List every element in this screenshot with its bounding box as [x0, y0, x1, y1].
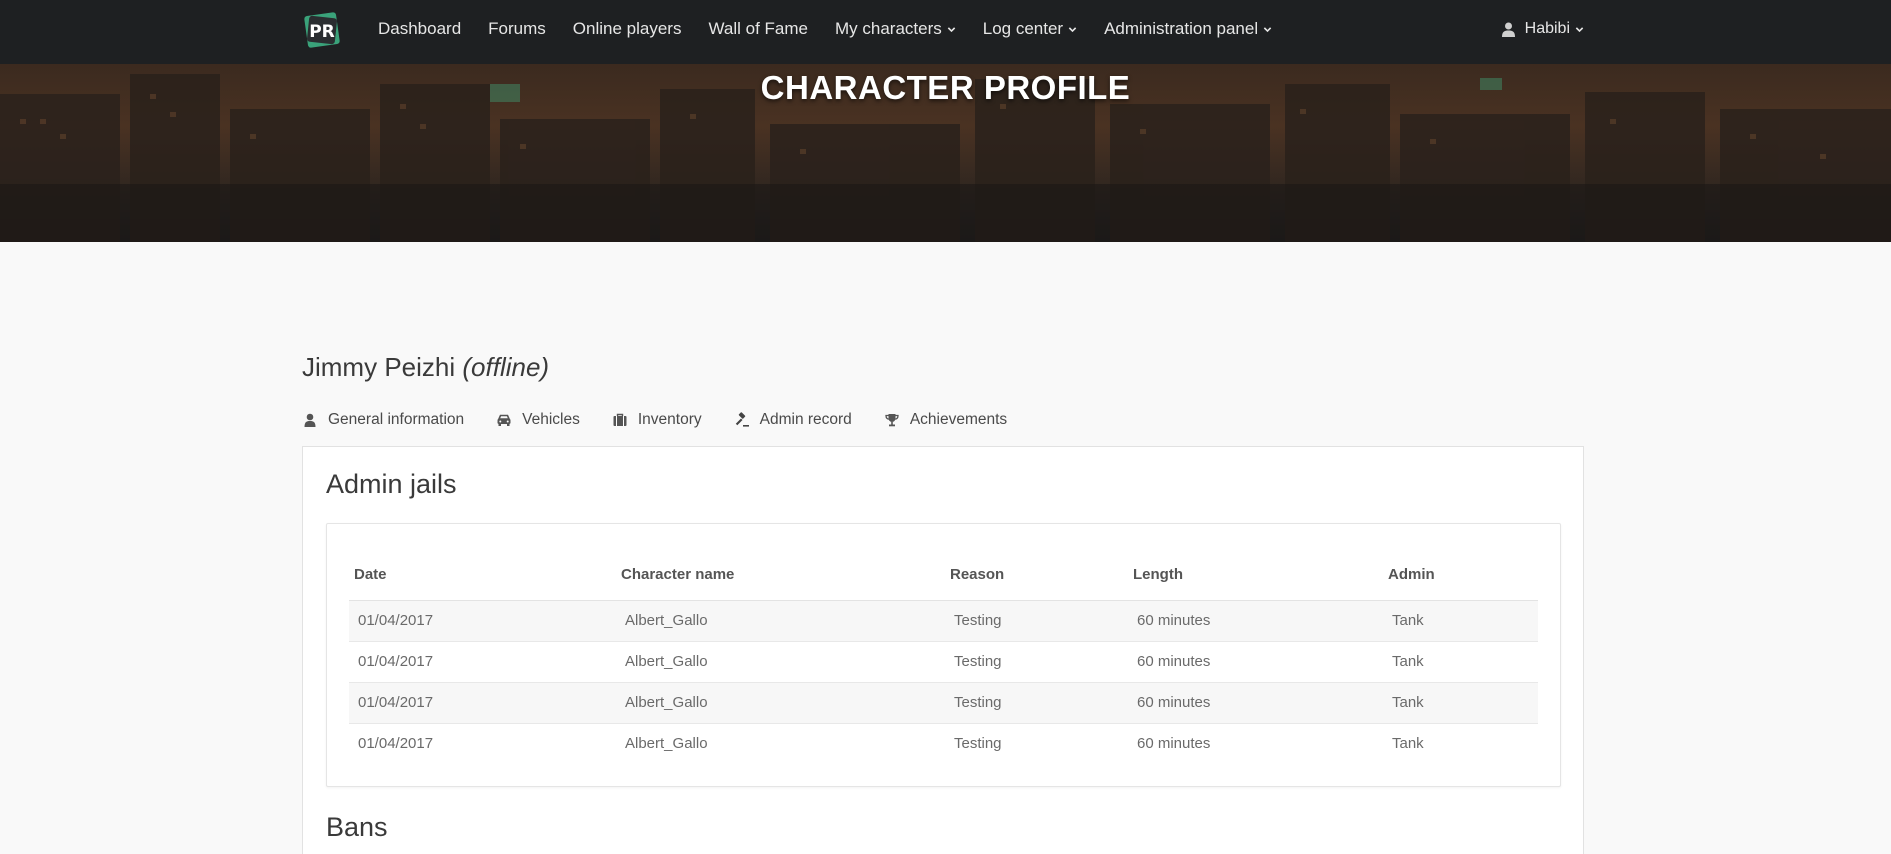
- cell-character-name: Albert_Gallo: [616, 600, 945, 642]
- tab-inventory[interactable]: Inventory: [612, 392, 702, 448]
- page-title: CHARACTER PROFILE: [760, 69, 1131, 106]
- tab-admin-record[interactable]: Admin record: [733, 392, 853, 450]
- nav-link-label: Forums: [488, 19, 546, 38]
- nav-link-wall-of-fame[interactable]: Wall of Fame: [708, 19, 808, 39]
- logo-text: PR: [309, 22, 335, 42]
- tab-label: Inventory: [637, 411, 702, 428]
- user-name: Habibi: [1524, 20, 1570, 37]
- chevron-down-icon: [947, 26, 955, 32]
- cell-reason: Testing: [945, 641, 1128, 683]
- briefcase-icon: [613, 413, 627, 426]
- table-row: 01/04/2017 Albert_Gallo Testing 60 minut…: [349, 682, 1538, 724]
- tab-label: Admin record: [759, 411, 852, 428]
- cell-character-name: Albert_Gallo: [625, 735, 708, 753]
- chevron-down-icon: [1575, 26, 1584, 32]
- column-header-reason[interactable]: Reason: [945, 550, 1128, 601]
- cell-reason: Testing: [945, 600, 1128, 642]
- cell-admin: Tank: [1383, 682, 1538, 724]
- cell-character-name: Albert_Gallo: [616, 682, 945, 724]
- chevron-down-icon: [1068, 26, 1077, 32]
- nav-link-label: Wall of Fame: [708, 19, 808, 38]
- navbar-inner: PR Dashboard Forums Online players Wall …: [302, 0, 1584, 64]
- cell-admin: Tank: [1383, 641, 1538, 683]
- cell-reason: Testing: [945, 682, 1128, 724]
- admin-jails-title: Admin jails: [326, 469, 457, 499]
- admin-jails-table: Date Character name Reason Length Admin …: [349, 550, 1538, 764]
- cell-date: 01/04/2017: [349, 600, 616, 642]
- nav-links: Dashboard Forums Online players Wall of …: [378, 0, 1299, 58]
- car-icon: [497, 414, 511, 426]
- user-menu[interactable]: Habibi: [1501, 0, 1584, 58]
- cell-date: 01/04/2017: [358, 735, 434, 753]
- nav-link-label: Administration panel: [1104, 19, 1259, 38]
- nav-link-label: Dashboard: [378, 19, 462, 38]
- character-status: (offline): [462, 352, 550, 382]
- tab-general-information[interactable]: General information: [302, 392, 464, 448]
- nav-dropdown-log-center[interactable]: Log center: [983, 19, 1077, 39]
- cell-length: 60 minutes: [1137, 735, 1211, 753]
- table-header-row: Date Character name Reason Length Admin: [349, 550, 1538, 601]
- cell-character-name: Albert_Gallo: [616, 641, 945, 683]
- column-header-admin[interactable]: Admin: [1383, 550, 1538, 601]
- admin-record-panel: Admin jails Date Character name Reason L…: [302, 446, 1584, 854]
- nav-link-forums[interactable]: Forums: [488, 19, 546, 39]
- table-row: 01/04/2017 Albert_Gallo Testing 60 minut…: [349, 641, 1538, 683]
- nav-link-label: Log center: [982, 19, 1064, 38]
- chevron-down-icon: [1263, 26, 1272, 32]
- bans-title: Bans: [326, 812, 388, 842]
- hero-banner: CHARACTER PROFILE: [0, 64, 1891, 242]
- cell-length: 60 minutes: [1128, 641, 1383, 683]
- admin-jails-card: Date Character name Reason Length Admin …: [326, 523, 1561, 787]
- tab-label: Achievements: [909, 411, 1008, 428]
- logo-icon[interactable]: PR: [302, 10, 342, 50]
- user-icon: [1501, 22, 1515, 37]
- top-navbar: PR Dashboard Forums Online players Wall …: [0, 0, 1891, 64]
- nav-link-label: Online players: [572, 19, 682, 38]
- cell-reason: Testing: [954, 735, 1002, 753]
- nav-link-online-players[interactable]: Online players: [573, 19, 682, 39]
- cell-length: 60 minutes: [1128, 600, 1383, 642]
- cell-date: 01/04/2017: [349, 641, 616, 683]
- column-header-character-name[interactable]: Character name: [616, 550, 945, 601]
- table-row: 01/04/2017 Albert_Gallo Testing 60 minut…: [349, 600, 1538, 642]
- tab-achievements[interactable]: Achievements: [884, 392, 1007, 448]
- profile-tabs: General information Vehicles Inventory A…: [302, 392, 1039, 450]
- nav-dropdown-administration-panel[interactable]: Administration panel: [1104, 19, 1272, 39]
- character-name-heading: Jimmy Peizhi (offline): [302, 352, 549, 383]
- gavel-icon: [735, 412, 749, 427]
- tab-vehicles[interactable]: Vehicles: [496, 392, 580, 448]
- cell-admin: Tank: [1383, 600, 1538, 642]
- nav-dropdown-my-characters[interactable]: My characters: [835, 19, 956, 39]
- nav-link-label: My characters: [834, 19, 942, 38]
- tab-label: Vehicles: [522, 411, 580, 428]
- character-name: Jimmy Peizhi: [302, 352, 456, 382]
- user-icon: [304, 413, 316, 427]
- cell-admin: Tank: [1392, 735, 1424, 753]
- column-header-date[interactable]: Date: [349, 550, 616, 601]
- cell-date: 01/04/2017: [349, 682, 616, 724]
- cell-length: 60 minutes: [1128, 682, 1383, 724]
- column-header-length[interactable]: Length: [1128, 550, 1383, 601]
- trophy-icon: [885, 414, 899, 427]
- tab-label: General information: [328, 411, 465, 428]
- nav-link-dashboard[interactable]: Dashboard: [378, 19, 461, 39]
- table-row: 01/04/2017 Albert_Gallo Testing 60 minut…: [349, 723, 1538, 764]
